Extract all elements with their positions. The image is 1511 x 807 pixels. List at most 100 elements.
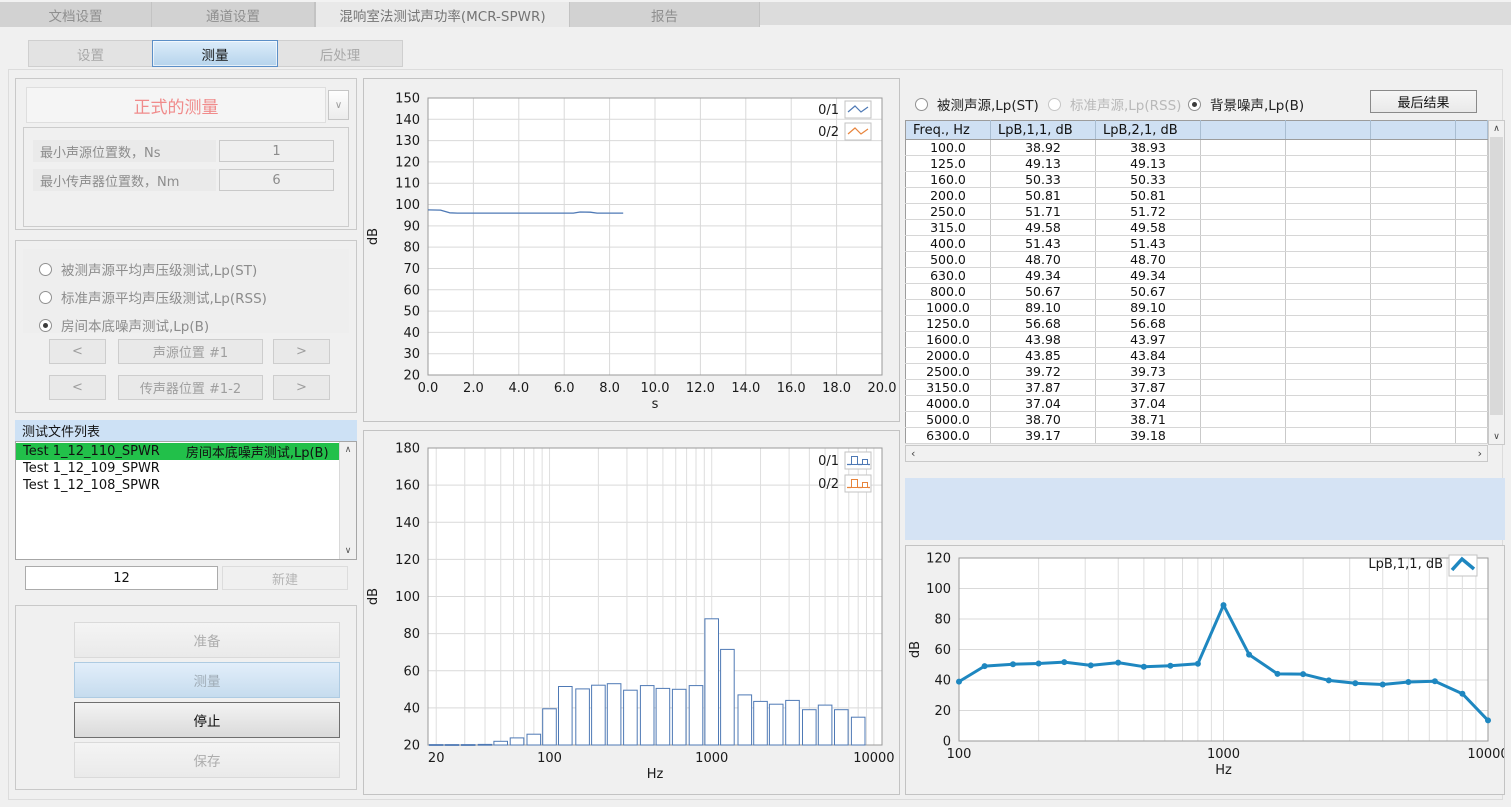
prepare-button[interactable]: 准备 xyxy=(74,622,340,658)
table-cell-empty xyxy=(1371,412,1456,428)
svg-text:80: 80 xyxy=(934,613,951,628)
file-list-item[interactable]: Test 1_12_110_SPWR房间本底噪声测试,Lp(B) xyxy=(16,443,339,460)
new-file-button[interactable]: 新建 xyxy=(222,566,348,590)
svg-text:100: 100 xyxy=(395,590,420,605)
table-cell: 49.34 xyxy=(1096,268,1201,284)
table-cell-empty xyxy=(1201,268,1286,284)
table-cell: 43.97 xyxy=(1096,332,1201,348)
table-row[interactable]: 2500.039.7239.73 xyxy=(906,364,1488,380)
table-row[interactable]: 1250.056.6856.68 xyxy=(906,316,1488,332)
source-position-button[interactable]: 声源位置 #1 xyxy=(118,339,263,364)
svg-text:20.0: 20.0 xyxy=(868,381,897,396)
table-cell: 43.98 xyxy=(991,332,1096,348)
file-list-title: 测试文件列表 xyxy=(15,420,357,441)
save-button[interactable]: 保存 xyxy=(74,742,340,778)
chevron-down-icon[interactable]: ∨ xyxy=(328,90,349,120)
table-vertical-scrollbar[interactable]: ∧ ∨ xyxy=(1488,120,1505,445)
table-row[interactable]: 800.050.6750.67 xyxy=(906,284,1488,300)
table-horizontal-scrollbar[interactable]: ‹ › xyxy=(905,445,1488,462)
svg-text:Hz: Hz xyxy=(1215,763,1232,778)
table-cell: 50.81 xyxy=(1096,188,1201,204)
tab-mcr-spwr[interactable]: 混响室法测试声功率(MCR-SPWR) xyxy=(315,2,570,27)
result-radio-lp-b[interactable]: 背景噪声,Lp(B) xyxy=(1188,94,1304,114)
table-cell-empty xyxy=(1456,204,1488,220)
scrollbar-thumb[interactable] xyxy=(1490,137,1503,415)
table-cell-empty xyxy=(1286,204,1371,220)
source-position-prev-button[interactable]: < xyxy=(49,339,106,364)
table-cell: 315.0 xyxy=(906,220,991,236)
tab-document-settings[interactable]: 文档设置 xyxy=(0,2,152,27)
table-cell: 38.92 xyxy=(991,140,1096,156)
file-list-item[interactable]: Test 1_12_108_SPWR xyxy=(16,477,339,494)
table-row[interactable]: 2000.043.8543.84 xyxy=(906,348,1488,364)
radio-circle-icon xyxy=(39,291,52,304)
table-row[interactable]: 630.049.3449.34 xyxy=(906,268,1488,284)
subtab-measure[interactable]: 测量 xyxy=(152,40,278,67)
svg-text:70: 70 xyxy=(403,262,420,277)
table-cell: 39.73 xyxy=(1096,364,1201,380)
table-row[interactable]: 6300.039.1739.18 xyxy=(906,428,1488,444)
result-radio-lp-rss[interactable]: 标准声源,Lp(RSS) xyxy=(1048,94,1181,114)
file-list: Test 1_12_110_SPWR房间本底噪声测试,Lp(B)Test 1_1… xyxy=(16,443,339,559)
svg-text:100: 100 xyxy=(395,198,420,213)
svg-text:60: 60 xyxy=(403,283,420,298)
file-list-item[interactable]: Test 1_12_109_SPWR xyxy=(16,460,339,477)
radio-lp-b[interactable]: 房间本底噪声测试,Lp(B) xyxy=(39,315,349,335)
measure-mode-dropdown[interactable]: 正式的测量 xyxy=(26,87,326,123)
table-row[interactable]: 200.050.8150.81 xyxy=(906,188,1488,204)
table-cell: 89.10 xyxy=(991,300,1096,316)
table-cell-empty xyxy=(1286,268,1371,284)
tab-report[interactable]: 报告 xyxy=(570,2,760,27)
mic-position-next-button[interactable]: > xyxy=(273,375,330,400)
file-list-scrollbar[interactable]: ∧ ∨ xyxy=(339,442,356,559)
table-row[interactable]: 160.050.3350.33 xyxy=(906,172,1488,188)
mic-position-prev-button[interactable]: < xyxy=(49,375,106,400)
scroll-up-icon[interactable]: ∧ xyxy=(345,445,352,455)
table-row[interactable]: 500.048.7048.70 xyxy=(906,252,1488,268)
svg-text:40: 40 xyxy=(934,674,951,689)
scroll-left-icon[interactable]: ‹ xyxy=(911,447,915,460)
min-source-positions-value[interactable]: 1 xyxy=(219,140,334,162)
svg-text:40: 40 xyxy=(403,326,420,341)
table-row[interactable]: 125.049.1349.13 xyxy=(906,156,1488,172)
tab-channel-settings[interactable]: 通道设置 xyxy=(152,2,315,27)
svg-text:50: 50 xyxy=(403,305,420,320)
table-row[interactable]: 315.049.5849.58 xyxy=(906,220,1488,236)
source-position-next-button[interactable]: > xyxy=(273,339,330,364)
min-mic-positions-value[interactable]: 6 xyxy=(219,169,334,191)
table-cell: 43.84 xyxy=(1096,348,1201,364)
svg-text:dB: dB xyxy=(908,641,923,658)
scroll-right-icon[interactable]: › xyxy=(1478,447,1482,460)
svg-text:150: 150 xyxy=(395,92,420,107)
svg-text:160: 160 xyxy=(395,479,420,494)
table-cell: 250.0 xyxy=(906,204,991,220)
table-row[interactable]: 4000.037.0437.04 xyxy=(906,396,1488,412)
table-row[interactable]: 400.051.4351.43 xyxy=(906,236,1488,252)
measure-button[interactable]: 测量 xyxy=(74,662,340,698)
table-cell: 125.0 xyxy=(906,156,991,172)
stop-button[interactable]: 停止 xyxy=(74,702,340,738)
table-cell: 400.0 xyxy=(906,236,991,252)
scroll-up-icon[interactable]: ∧ xyxy=(1489,121,1504,136)
scroll-down-icon[interactable]: ∨ xyxy=(1489,429,1504,444)
radio-lp-st[interactable]: 被测声源平均声压级测试,Lp(ST) xyxy=(39,259,349,279)
scroll-down-icon[interactable]: ∨ xyxy=(345,546,352,556)
spectrum-bar-chart: 2040608010012014016018020100100010000Hzd… xyxy=(363,430,900,795)
table-row[interactable]: 250.051.7151.72 xyxy=(906,204,1488,220)
radio-lp-rss[interactable]: 标准声源平均声压级测试,Lp(RSS) xyxy=(39,287,349,307)
table-cell: 39.72 xyxy=(991,364,1096,380)
table-row[interactable]: 100.038.9238.93 xyxy=(906,140,1488,156)
subtab-postprocess[interactable]: 后处理 xyxy=(277,40,403,67)
table-row[interactable]: 5000.038.7038.71 xyxy=(906,412,1488,428)
final-result-button[interactable]: 最后结果 xyxy=(1370,90,1477,113)
file-count-field[interactable]: 12 xyxy=(25,566,218,590)
mic-position-button[interactable]: 传声器位置 #1-2 xyxy=(118,375,263,400)
table-row[interactable]: 1600.043.9843.97 xyxy=(906,332,1488,348)
measure-mode-group: 正式的测量 ∨ 最小声源位置数，Ns 1 最小传声器位置数，Nm 6 xyxy=(15,78,357,230)
table-row[interactable]: 3150.037.8737.87 xyxy=(906,380,1488,396)
result-radio-lp-st[interactable]: 被测声源,Lp(ST) xyxy=(915,94,1039,114)
subtab-settings[interactable]: 设置 xyxy=(28,40,153,67)
svg-text:120: 120 xyxy=(395,155,420,170)
table-row[interactable]: 1000.089.1089.10 xyxy=(906,300,1488,316)
lpb-result-chart: 020406080100120100100010000HzdBLpB,1,1, … xyxy=(905,545,1505,795)
